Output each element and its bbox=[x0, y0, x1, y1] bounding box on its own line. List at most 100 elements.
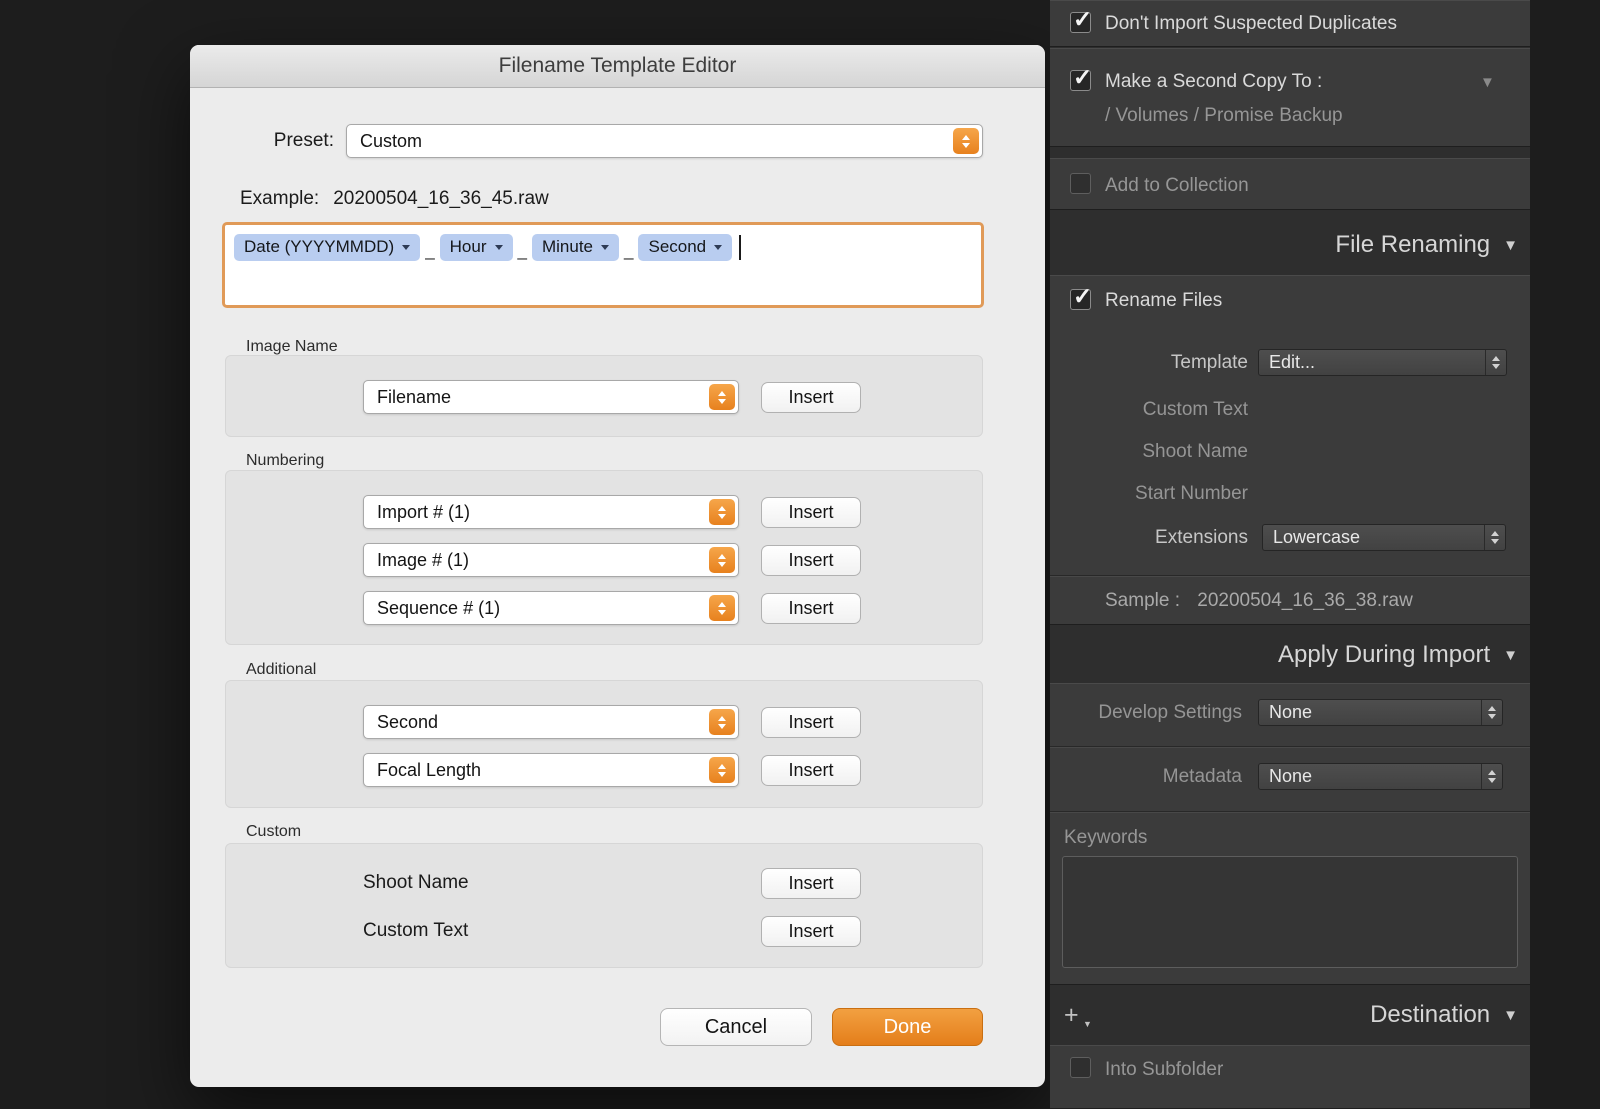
template-label: Template bbox=[1170, 352, 1248, 373]
add-to-collection-label: Add to Collection bbox=[1105, 175, 1249, 196]
insert-button[interactable]: Insert bbox=[761, 915, 861, 947]
select-stepper-icon bbox=[709, 499, 735, 525]
chevron-down-icon bbox=[494, 244, 503, 250]
token-minute[interactable]: Minute bbox=[531, 233, 620, 261]
additional-select-1[interactable]: Second bbox=[363, 705, 739, 739]
file-renaming-header[interactable]: File Renaming ▼ bbox=[1050, 228, 1530, 262]
rename-files-label: Rename Files bbox=[1105, 290, 1223, 311]
plus-icon[interactable]: + bbox=[1064, 1001, 1079, 1030]
extensions-label: Extensions bbox=[1155, 527, 1248, 548]
section-label-image-name: Image Name bbox=[246, 338, 338, 355]
chevron-down-icon bbox=[402, 244, 411, 250]
select-stepper-icon bbox=[709, 595, 735, 621]
file-renaming-panel: ✓ Rename Files Template Edit... Custom T… bbox=[1050, 275, 1530, 625]
filename-template-editor-dialog: Filename Template Editor Preset: Custom … bbox=[190, 45, 1045, 1087]
disclosure-triangle-icon[interactable]: ▼ bbox=[1480, 74, 1495, 91]
token-separator: _ bbox=[517, 241, 527, 260]
dialog-title: Filename Template Editor bbox=[498, 54, 737, 77]
add-to-collection-row: Add to Collection bbox=[1050, 158, 1530, 210]
triangle-down-icon: ▼ bbox=[1503, 1006, 1518, 1024]
divider bbox=[1050, 746, 1530, 747]
develop-settings-select[interactable]: None bbox=[1258, 699, 1503, 726]
sample-label: Sample : bbox=[1105, 590, 1180, 611]
insert-button[interactable]: Insert bbox=[761, 544, 861, 576]
divider bbox=[1050, 811, 1530, 812]
second-copy-path[interactable]: / Volumes / Promise Backup bbox=[1105, 105, 1343, 127]
develop-settings-label: Develop Settings bbox=[1098, 702, 1242, 723]
preset-row: Preset: Custom bbox=[250, 124, 983, 158]
apply-during-import-header[interactable]: Apply During Import ▼ bbox=[1050, 638, 1530, 672]
dialog-titlebar[interactable]: Filename Template Editor bbox=[190, 45, 1045, 88]
image-number-select[interactable]: Image # (1) bbox=[363, 543, 739, 577]
image-name-select[interactable]: Filename bbox=[363, 380, 739, 414]
dont-import-duplicates-checkbox[interactable]: ✓ bbox=[1070, 6, 1092, 33]
sample-row: Sample : 20200504_16_36_38.raw bbox=[1105, 590, 1413, 612]
add-to-collection-checkbox[interactable] bbox=[1070, 173, 1091, 194]
cancel-button[interactable]: Cancel bbox=[660, 1008, 812, 1046]
template-token-editor[interactable]: Date (YYYYMMDD) _ Hour _ Minute _ Second bbox=[222, 222, 984, 308]
select-stepper-icon bbox=[709, 547, 735, 573]
dont-import-duplicates-label: Don't Import Suspected Duplicates bbox=[1105, 13, 1397, 34]
extensions-select[interactable]: Lowercase bbox=[1262, 524, 1506, 551]
import-number-select[interactable]: Import # (1) bbox=[363, 495, 739, 529]
custom-text-field-label: Custom Text bbox=[1142, 399, 1248, 420]
section-custom: Shoot Name Insert Custom Text Insert bbox=[225, 843, 983, 968]
into-subfolder-label: Into Subfolder bbox=[1105, 1059, 1224, 1080]
plus-caret-icon: ▼ bbox=[1083, 1019, 1092, 1029]
insert-button[interactable]: Insert bbox=[761, 706, 861, 738]
sample-value: 20200504_16_36_38.raw bbox=[1197, 590, 1413, 611]
into-subfolder-row: Into Subfolder bbox=[1050, 1045, 1530, 1109]
check-icon: ✓ bbox=[1073, 283, 1093, 309]
custom-text-label: Custom Text bbox=[363, 920, 469, 941]
into-subfolder-checkbox[interactable] bbox=[1070, 1057, 1091, 1078]
token-date[interactable]: Date (YYYYMMDD) bbox=[234, 233, 421, 261]
example-row: Example: 20200504_16_36_45.raw bbox=[240, 188, 549, 210]
template-select[interactable]: Edit... bbox=[1258, 349, 1507, 376]
second-copy-label: Make a Second Copy To : bbox=[1105, 71, 1323, 92]
text-cursor bbox=[739, 234, 742, 260]
keywords-input[interactable] bbox=[1062, 856, 1518, 968]
token-second[interactable]: Second bbox=[638, 233, 733, 261]
insert-button[interactable]: Insert bbox=[761, 592, 861, 624]
select-stepper-icon bbox=[1481, 764, 1502, 789]
triangle-down-icon: ▼ bbox=[1503, 236, 1518, 254]
preset-select[interactable]: Custom bbox=[346, 124, 983, 158]
select-stepper-icon bbox=[709, 709, 735, 735]
import-right-panel: ✓ Don't Import Suspected Duplicates ✓ Ma… bbox=[1050, 0, 1530, 1109]
rename-files-checkbox[interactable]: ✓ bbox=[1070, 283, 1092, 310]
select-stepper-icon bbox=[1481, 700, 1502, 725]
preset-value: Custom bbox=[360, 130, 423, 151]
done-button[interactable]: Done bbox=[832, 1008, 983, 1046]
insert-button[interactable]: Insert bbox=[761, 867, 861, 899]
select-stepper-icon bbox=[1485, 350, 1506, 375]
insert-button[interactable]: Insert bbox=[761, 496, 861, 528]
section-numbering: Import # (1) Insert Image # (1) Insert S… bbox=[225, 470, 983, 645]
divider bbox=[1050, 575, 1530, 576]
token-strip: Date (YYYYMMDD) _ Hour _ Minute _ Second bbox=[234, 233, 742, 261]
additional-select-2[interactable]: Focal Length bbox=[363, 753, 739, 787]
token-separator: _ bbox=[624, 241, 634, 260]
destination-header[interactable]: + ▼ Destination ▼ bbox=[1050, 998, 1530, 1032]
select-stepper-icon bbox=[1484, 525, 1505, 550]
shoot-name-field-label: Shoot Name bbox=[1142, 441, 1248, 462]
section-additional: Second Insert Focal Length Insert bbox=[225, 680, 983, 808]
metadata-select[interactable]: None bbox=[1258, 763, 1503, 790]
triangle-down-icon: ▼ bbox=[1503, 646, 1518, 664]
check-icon: ✓ bbox=[1073, 64, 1093, 90]
sequence-number-select[interactable]: Sequence # (1) bbox=[363, 591, 739, 625]
keywords-label: Keywords bbox=[1064, 827, 1148, 848]
insert-button[interactable]: Insert bbox=[761, 381, 861, 413]
section-label-additional: Additional bbox=[246, 661, 317, 678]
example-label: Example: bbox=[240, 188, 320, 209]
second-copy-row: ✓ Make a Second Copy To : ▼ / Volumes / … bbox=[1050, 48, 1530, 147]
shoot-name-label: Shoot Name bbox=[363, 872, 469, 893]
example-value: 20200504_16_36_45.raw bbox=[333, 188, 549, 209]
start-number-field-label: Start Number bbox=[1135, 483, 1248, 504]
chevron-down-icon bbox=[601, 244, 610, 250]
second-copy-checkbox[interactable]: ✓ bbox=[1070, 64, 1092, 91]
insert-button[interactable]: Insert bbox=[761, 754, 861, 786]
token-separator: _ bbox=[425, 241, 435, 260]
section-label-numbering: Numbering bbox=[246, 452, 325, 469]
token-hour[interactable]: Hour bbox=[439, 233, 513, 261]
check-icon: ✓ bbox=[1073, 6, 1093, 32]
